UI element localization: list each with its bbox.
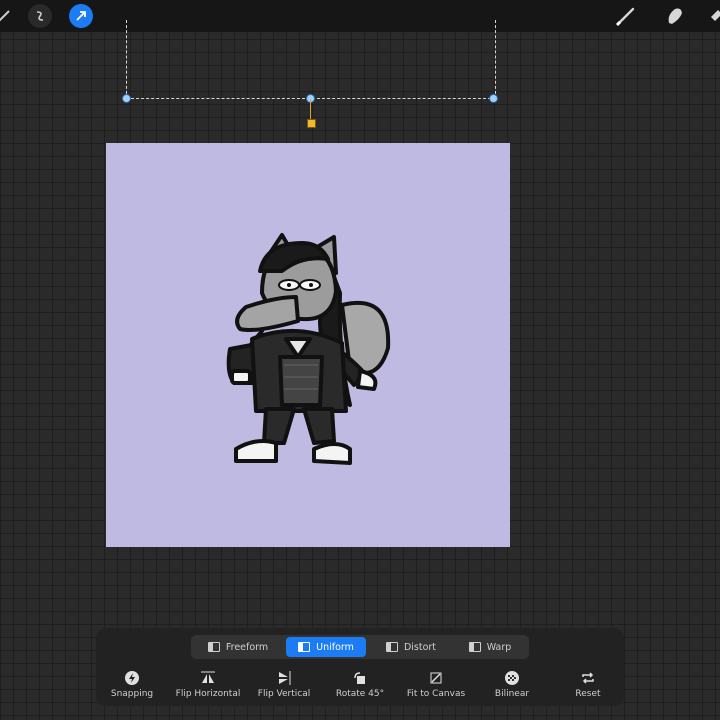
mode-label: Warp [486, 641, 512, 653]
tool-label: Flip Horizontal [175, 689, 241, 699]
bilinear-button[interactable]: Bilinear [488, 670, 536, 699]
reset-button[interactable]: Reset [566, 670, 610, 699]
mode-label: Uniform [316, 641, 354, 653]
transform-arrow-icon[interactable] [69, 4, 93, 28]
flip-horizontal-icon [200, 670, 216, 686]
freeform-icon [207, 642, 220, 652]
tool-label: Rotate 45° [335, 689, 385, 699]
distort-icon [385, 642, 398, 652]
uniform-icon [298, 642, 311, 652]
reset-icon [580, 670, 596, 686]
adjustments-icon[interactable] [0, 4, 16, 28]
flip-horizontal-button[interactable]: Flip Horizontal [176, 670, 240, 699]
rotation-handle-stem [310, 99, 311, 119]
tool-label: Fit to Canvas [406, 689, 466, 699]
smudge-icon[interactable] [663, 4, 687, 28]
snapping-icon [124, 670, 140, 686]
mode-distort-button[interactable]: Distort [371, 637, 451, 657]
resize-handle-bottom-left[interactable] [122, 94, 131, 103]
snapping-button[interactable]: Snapping [110, 670, 154, 699]
fit-to-canvas-button[interactable]: Fit to Canvas [406, 670, 466, 699]
tool-label: Snapping [110, 689, 154, 699]
tool-label: Flip Vertical [257, 689, 311, 699]
mode-uniform-button[interactable]: Uniform [286, 637, 366, 657]
rotate-45-button[interactable]: Rotate 45° [332, 670, 388, 699]
eraser-icon[interactable] [706, 4, 720, 28]
artwork-canvas[interactable] [106, 143, 510, 547]
transform-mode-selector: Freeform Uniform Distort Warp [191, 635, 529, 659]
rotation-handle[interactable] [307, 119, 316, 128]
mode-label: Freeform [225, 641, 269, 653]
brush-icon[interactable] [614, 4, 638, 28]
tool-label: Bilinear [494, 689, 530, 699]
warp-icon [468, 642, 481, 652]
flip-vertical-icon [276, 670, 292, 686]
resize-handle-bottom-right[interactable] [489, 94, 498, 103]
transform-toolbar: Freeform Uniform Distort Warp Snapping F… [96, 628, 624, 706]
fit-to-canvas-icon [428, 670, 444, 686]
mode-freeform-button[interactable]: Freeform [197, 637, 279, 657]
mode-warp-button[interactable]: Warp [453, 637, 527, 657]
character-illustration [226, 233, 391, 465]
mode-label: Distort [403, 641, 437, 653]
flip-vertical-button[interactable]: Flip Vertical [254, 670, 314, 699]
transform-bounding-box [126, 20, 496, 99]
tool-label: Reset [575, 689, 601, 699]
selection-icon[interactable] [28, 4, 52, 28]
bilinear-icon [504, 670, 520, 686]
rotate-45-icon [352, 670, 368, 686]
